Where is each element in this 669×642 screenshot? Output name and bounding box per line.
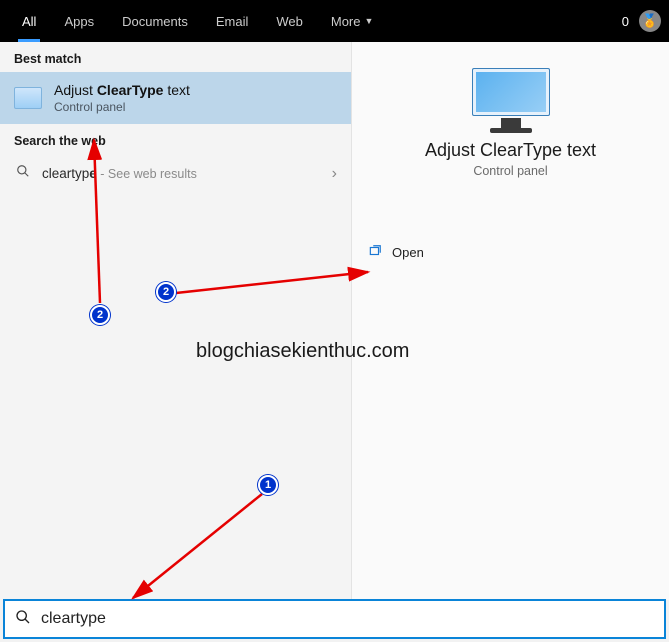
open-action[interactable]: Open xyxy=(352,238,669,267)
chevron-down-icon: ▼ xyxy=(364,16,373,26)
preview-panel: Adjust ClearType text Control panel Open xyxy=(352,42,669,600)
tab-email[interactable]: Email xyxy=(202,0,263,42)
results-panel: Best match Adjust ClearType text Control… xyxy=(0,42,352,600)
tab-web[interactable]: Web xyxy=(262,0,317,42)
chevron-right-icon: › xyxy=(332,165,337,183)
best-match-item[interactable]: Adjust ClearType text Control panel xyxy=(0,72,351,124)
tab-apps[interactable]: Apps xyxy=(50,0,108,42)
search-tabs-bar: All Apps Documents Email Web More ▼ 0 🏅 xyxy=(0,0,669,42)
best-match-subtitle: Control panel xyxy=(54,100,190,114)
monitor-large-icon xyxy=(472,68,550,126)
open-icon xyxy=(368,244,382,261)
search-icon xyxy=(14,164,32,183)
web-result-label: cleartype - See web results xyxy=(42,166,197,181)
search-web-header: Search the web xyxy=(0,124,351,154)
annotation-badge-2a: 2 xyxy=(156,282,176,302)
rewards-count: 0 xyxy=(622,14,629,29)
tab-more[interactable]: More ▼ xyxy=(317,0,388,42)
web-result-item[interactable]: cleartype - See web results › xyxy=(0,154,351,193)
search-box[interactable] xyxy=(3,599,666,639)
annotation-badge-2b: 2 xyxy=(90,305,110,325)
best-match-header: Best match xyxy=(0,42,351,72)
preview-title: Adjust ClearType text xyxy=(425,140,596,161)
rewards-medal-icon[interactable]: 🏅 xyxy=(639,10,661,32)
search-icon xyxy=(15,609,31,629)
annotation-badge-1: 1 xyxy=(258,475,278,495)
preview-subtitle: Control panel xyxy=(473,164,547,178)
tab-all[interactable]: All xyxy=(8,0,50,42)
tab-documents[interactable]: Documents xyxy=(108,0,202,42)
open-label: Open xyxy=(392,245,424,260)
search-input[interactable] xyxy=(41,610,654,628)
best-match-title: Adjust ClearType text xyxy=(54,82,190,98)
tab-more-label: More xyxy=(331,14,361,29)
monitor-icon xyxy=(14,87,42,109)
